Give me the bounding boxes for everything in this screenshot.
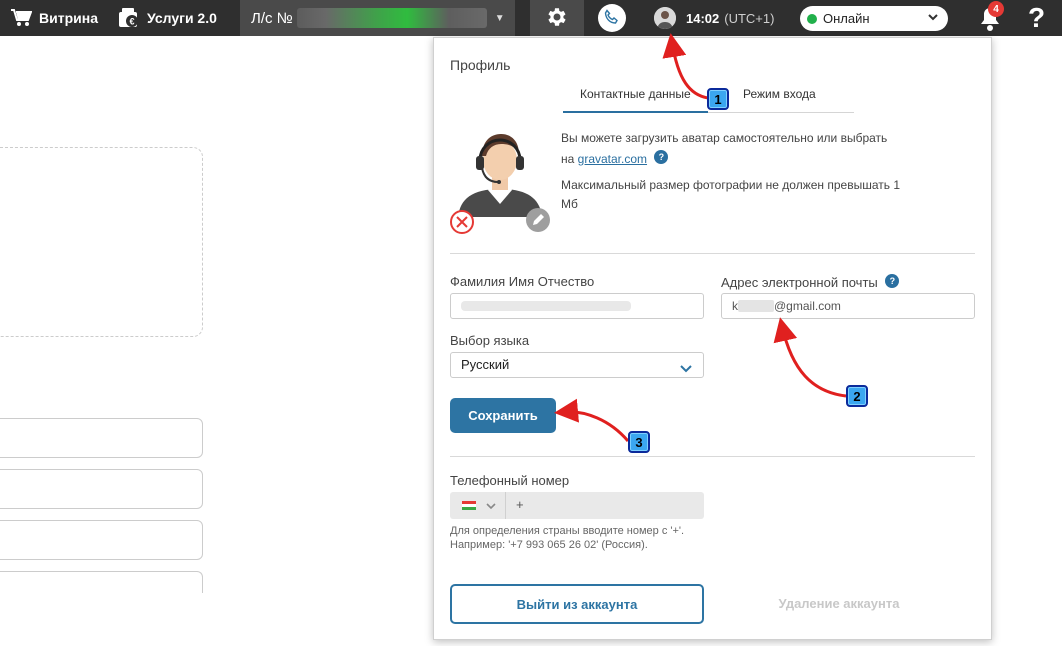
divider [450, 253, 975, 254]
vitrina-link[interactable]: Витрина [10, 0, 98, 36]
pencil-icon [533, 214, 544, 225]
timezone: (UTC+1) [724, 10, 775, 26]
email-suffix: @gmail.com [774, 299, 841, 313]
logout-button[interactable]: Выйти из аккаунта [450, 584, 704, 624]
email-value: k @gmail.com [732, 299, 841, 313]
avatar-hint-prefix: на [561, 152, 575, 166]
status-dropdown[interactable]: Онлайн [800, 6, 948, 31]
bell-icon [978, 8, 1002, 35]
top-navigation-bar: Витрина € Услуги 2.0 Л/с № ▼ 14:02 (UTC+… [0, 0, 1062, 36]
online-status-dot [807, 13, 817, 24]
phone-hint: Для определения страны вводите номер с '… [450, 525, 685, 551]
delete-account-button[interactable]: Удаление аккаунта [764, 596, 914, 611]
help-icon[interactable]: ? [654, 150, 669, 164]
background-input [0, 520, 203, 560]
full-name-field[interactable] [450, 293, 704, 319]
chevron-down-icon [927, 11, 939, 26]
account-number-redacted [296, 8, 487, 28]
tab-login-mode[interactable]: Режим входа [743, 87, 816, 101]
country-code-select[interactable] [450, 492, 506, 519]
avatar [654, 7, 676, 29]
chevron-down-icon [486, 502, 496, 509]
flag-icon [462, 500, 476, 511]
shopping-cart-icon [10, 7, 32, 29]
full-name-label: Фамилия Имя Отчество [450, 274, 595, 289]
gravatar-link[interactable]: gravatar.com [578, 152, 647, 166]
avatar-upload-hint: Вы можете загрузить аватар самостоятельн… [561, 128, 901, 170]
avatar-image [458, 134, 542, 217]
euro-wallet-icon: € [118, 7, 140, 29]
annotation-marker-2: 2 [846, 385, 868, 407]
divider [450, 456, 975, 457]
active-tab-indicator [563, 111, 708, 113]
background-input [0, 469, 203, 509]
save-button[interactable]: Сохранить [450, 398, 556, 433]
edit-avatar-button[interactable] [526, 208, 550, 232]
uslugi-label: Услуги 2.0 [147, 10, 217, 26]
max-size-hint: Максимальный размер фотографии не должен… [561, 178, 901, 211]
phone-input[interactable]: + [450, 492, 704, 519]
phone-label: Телефонный номер [450, 473, 570, 488]
close-icon [456, 216, 468, 228]
phone-icon [604, 8, 620, 28]
tab-contact-data[interactable]: Контактные данные [580, 87, 691, 101]
email-label-text: Адрес электронной почты [721, 275, 878, 290]
profile-avatar[interactable] [450, 122, 550, 237]
email-redacted [738, 300, 774, 312]
language-select[interactable]: Русский [450, 352, 704, 378]
background-input [0, 571, 203, 593]
background-input [0, 418, 203, 458]
account-label: Л/с № [251, 9, 293, 27]
call-button[interactable] [598, 4, 626, 32]
status-label: Онлайн [823, 11, 870, 26]
chevron-down-icon: ▼ [494, 12, 505, 24]
full-name-redacted [461, 301, 631, 311]
email-label: Адрес электронной почты ? [721, 274, 900, 290]
language-label: Выбор языка [450, 333, 530, 348]
account-selector[interactable]: Л/с № ▼ [240, 0, 515, 36]
avatar-hint-line1: Вы можете загрузить аватар самостоятельн… [561, 131, 888, 145]
settings-button[interactable] [530, 0, 584, 36]
phone-placeholder: + [516, 497, 524, 512]
vitrina-label: Витрина [39, 10, 98, 26]
email-field[interactable]: k @gmail.com [721, 293, 975, 319]
user-menu[interactable]: 14:02 (UTC+1) [654, 0, 774, 36]
svg-text:€: € [129, 17, 134, 27]
gear-icon [545, 5, 569, 32]
popup-title: Профиль [450, 57, 511, 73]
help-button[interactable]: ? [1028, 2, 1045, 34]
profile-popup: Профиль Контактные данные Режим входа Вы… [433, 37, 992, 640]
chevron-down-icon [679, 359, 693, 383]
background-upload-area [0, 147, 203, 337]
notification-count-badge: 4 [988, 1, 1004, 17]
annotation-marker-3: 3 [628, 431, 650, 453]
delete-avatar-button[interactable] [450, 210, 474, 234]
language-value: Русский [461, 357, 510, 372]
uslugi-link[interactable]: € Услуги 2.0 [118, 0, 217, 36]
current-time: 14:02 [686, 10, 720, 26]
help-icon[interactable]: ? [885, 274, 900, 288]
annotation-marker-1: 1 [707, 88, 729, 110]
